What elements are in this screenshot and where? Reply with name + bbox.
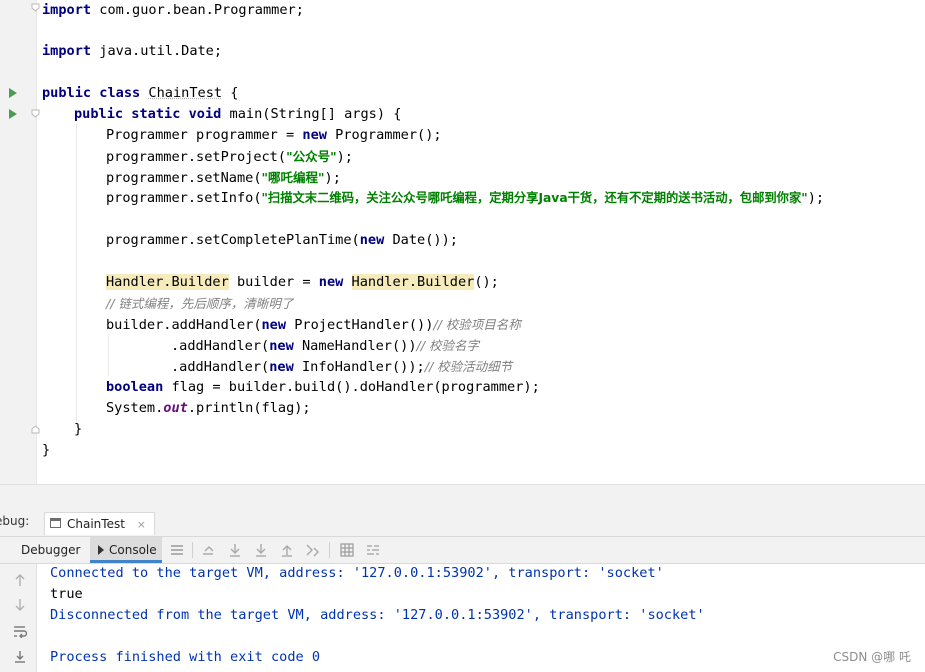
code-line-15: // 链式编程，先后顺序，清晰明了: [106, 296, 294, 311]
code-editor[interactable]: import com.guor.bean.Programmer; import …: [0, 0, 925, 484]
code-line-16: builder.addHandler(new ProjectHandler())…: [106, 317, 521, 333]
code-line-20: System.out.println(flag);: [106, 400, 311, 416]
step-into-icon[interactable]: [253, 542, 269, 558]
run-to-cursor-icon[interactable]: [305, 542, 321, 558]
tab-debugger-label: Debugger: [21, 543, 81, 557]
fold-method-end-icon[interactable]: [31, 425, 40, 434]
tab-debugger[interactable]: Debugger: [12, 537, 82, 563]
code-line-19: boolean flag = builder.build().doHandler…: [106, 379, 540, 395]
watermark: CSDN @哪 吒: [833, 650, 911, 664]
arrow-up-icon[interactable]: [13, 573, 27, 587]
indent-guide: [76, 124, 77, 424]
fold-imports-icon[interactable]: [31, 3, 40, 12]
evaluate-expression-icon[interactable]: [339, 542, 355, 558]
trace-icon[interactable]: [365, 542, 381, 558]
console-window-icon: [50, 518, 61, 528]
scroll-to-end-icon[interactable]: [13, 650, 27, 664]
code-line-14: Handler.Builder builder = new Handler.Bu…: [106, 274, 499, 290]
code-line-17: .addHandler(new NameHandler())// 校验名字: [171, 338, 479, 354]
code-line-1: import com.guor.bean.Programmer;: [42, 2, 304, 18]
indent-guide: [108, 334, 109, 376]
step-out-icon[interactable]: [279, 542, 295, 558]
code-line-7: Programmer programmer = new Programmer()…: [106, 127, 442, 143]
soft-wrap-icon[interactable]: [13, 624, 27, 638]
close-icon[interactable]: ×: [137, 514, 146, 536]
console-side-toolbar: [0, 564, 37, 672]
code-line-9: programmer.setName("哪吒编程");: [106, 170, 341, 186]
toolbar-separator: [329, 542, 330, 558]
toolbar-separator: [192, 542, 193, 558]
console-line: Connected to the target VM, address: '12…: [50, 565, 664, 581]
code-line-21: }: [74, 421, 83, 437]
console-prompt-icon: [98, 545, 104, 555]
code-line-10: programmer.setInfo("扫描文末二维码，关注公众号哪吒编程，定期…: [106, 190, 825, 206]
code-line-6: public static void main(String[] args) {: [74, 106, 402, 122]
code-line-22: }: [42, 442, 51, 458]
code-line-12: programmer.setCompletePlanTime(new Date(…: [106, 232, 458, 248]
arrow-down-icon[interactable]: [13, 598, 27, 612]
panel-splitter[interactable]: [0, 484, 925, 511]
run-config-tab-label: ChainTest: [67, 517, 125, 531]
debug-label: ebug:: [0, 514, 30, 528]
run-class-icon[interactable]: [9, 88, 17, 98]
show-execution-point-icon[interactable]: [201, 542, 217, 558]
code-line-5: public class ChainTest {: [42, 85, 239, 101]
run-main-icon[interactable]: [9, 109, 17, 119]
debug-tool-window-header: ebug: ChainTest ×: [0, 509, 925, 537]
tab-console-label: Console: [109, 543, 157, 557]
editor-gutter: [0, 0, 37, 484]
menu-icon[interactable]: [169, 542, 185, 558]
code-line-18: .addHandler(new InfoHandler());// 校验活动细节: [171, 359, 513, 375]
console-line: Disconnected from the target VM, address…: [50, 607, 705, 623]
console-line: Process finished with exit code 0: [50, 649, 321, 665]
code-line-3: import java.util.Date;: [42, 43, 223, 59]
fold-method-icon[interactable]: [31, 109, 40, 118]
tab-console[interactable]: Console: [90, 537, 162, 563]
run-config-tab[interactable]: ChainTest ×: [44, 512, 155, 535]
debug-toolbar: Debugger Console: [0, 537, 925, 564]
console-line: true: [50, 586, 83, 602]
step-over-icon[interactable]: [227, 542, 243, 558]
code-line-8: programmer.setProject("公众号");: [106, 149, 353, 165]
